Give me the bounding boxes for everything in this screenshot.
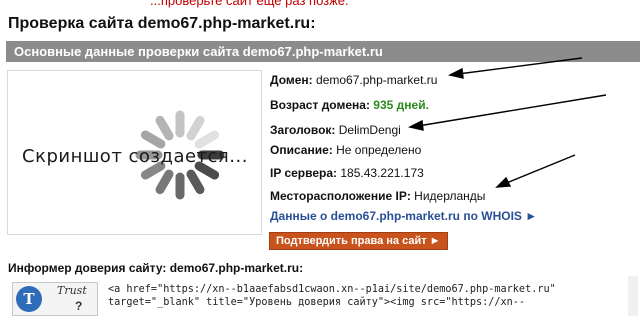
annotation-arrow-head [407,119,424,131]
annotation-arrow-head [495,176,512,188]
annotation-arrow [503,154,576,185]
annotation-arrows [407,57,607,188]
annotation-arrow [457,57,583,75]
annotation-arrow [417,94,607,127]
annotation-arrow-head [447,67,464,79]
